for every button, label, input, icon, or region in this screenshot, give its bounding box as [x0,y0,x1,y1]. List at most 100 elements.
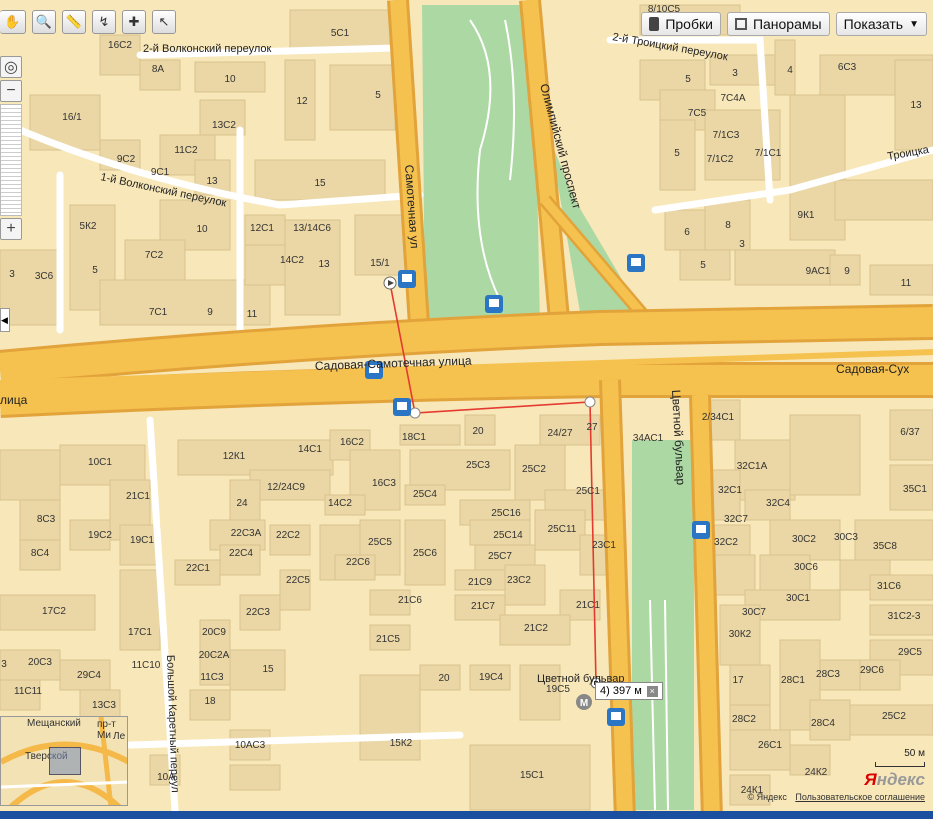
building-number: 22С5 [286,575,310,586]
building-number: 5С1 [331,28,350,39]
building-number: 3 [739,239,745,250]
building-number: 9АС1 [806,266,831,277]
pan-left-arrow-icon[interactable]: ◀ [0,308,10,332]
zoom-slider[interactable] [0,104,22,216]
building-number: 18С1 [402,432,426,443]
show-dropdown[interactable]: Показать ▼ [835,12,927,36]
building-number: 11С3 [200,672,224,683]
building-number: 7/1С2 [707,154,734,165]
building-number: 32С4 [766,498,790,509]
building-number: 19С1 [130,535,154,546]
copyright: © Яндекс [747,792,787,802]
close-icon[interactable]: × [646,685,658,697]
building-number: 31С2-3 [888,611,921,622]
hand-tool-icon[interactable]: ✋ [0,10,26,34]
building-number: 9 [207,307,213,318]
building-number: 12С1 [250,223,274,234]
zoom-out-button[interactable]: − [0,80,22,102]
distance-value: 4) 397 м [600,685,642,697]
building-number: 11 [247,309,258,320]
building-number: 25С6 [413,548,437,559]
building-number: 32С2 [714,537,738,548]
building-number: 14С2 [280,255,304,266]
traffic-button-label: Пробки [665,16,713,32]
building-number: 25С2 [882,711,906,722]
building-number: 5 [685,74,691,85]
building-number: 5 [375,90,381,101]
select-icon[interactable]: ↖ [152,10,176,34]
building-number: 15/1 [370,258,390,269]
building-number: 13С3 [92,700,116,711]
scale-label: 50 м [904,748,925,759]
building-number: 17 [732,675,744,686]
building-number: 20 [438,673,450,684]
building-number: 5К2 [80,221,97,232]
building-number: 32С1 [718,485,742,496]
building-number: 8С4 [31,548,50,559]
bus-stop-icon [398,270,416,288]
building-number: 9С1 [151,167,170,178]
magnifier-icon[interactable]: 🔍 [32,10,56,34]
add-point-icon[interactable]: ✚ [122,10,146,34]
traffic-light-icon [649,17,660,31]
route-point-2[interactable] [584,396,596,408]
panoramas-button[interactable]: Панорамы [726,12,830,36]
building-number: 22С3А [231,528,262,539]
map-canvas[interactable]: M 2-й Волконский переулок 1-й Волконский… [0,0,933,819]
building-number: 16С2 [108,40,132,51]
building-number: 29С6 [860,665,884,676]
bus-stop-icon [607,708,625,726]
traffic-button[interactable]: Пробки [641,12,721,36]
building-number: 32С7 [724,514,748,525]
building-number: 25С7 [488,551,512,562]
building-number: 21С6 [398,595,422,606]
user-agreement-link[interactable]: Пользовательское соглашение [795,792,925,802]
building-number: 21С1 [576,600,600,611]
building-number: 4 [787,65,793,76]
building-number: 13 [206,176,218,187]
building-number: 34АС1 [633,433,664,444]
building-number: 22С1 [186,563,210,574]
building-number: 23С1 [592,540,616,551]
minimap-label: Мещанский [27,718,81,729]
building-number: 21С9 [468,577,492,588]
building-number: 14С2 [328,498,352,509]
compass-icon[interactable]: ◎ [0,56,22,78]
yandex-logo: Яндекс [864,770,925,789]
building-number: 29С5 [898,647,922,658]
building-number: 5 [92,265,98,276]
minimap-viewport[interactable] [49,747,81,775]
window-bottom-bar [0,811,933,819]
building-number: 21С7 [471,601,495,612]
building-number: 5 [700,260,706,271]
panorama-icon [734,18,747,30]
building-number: 26С1 [758,740,782,751]
metro-icon[interactable]: M [576,694,592,710]
route-point-1[interactable] [409,407,421,419]
street-label-volkonsky2: 2-й Волконский переулок [143,43,272,55]
building-number: 25С3 [466,460,490,471]
building-number: 5 [674,148,680,159]
building-number: 25С16 [491,508,521,519]
building-number: 27 [586,422,598,433]
building-number: 30К2 [729,629,752,640]
building-number: 2/34С1 [702,412,735,423]
building-number: 9К1 [798,210,815,221]
chevron-down-icon: ▼ [909,18,919,30]
building-number: 12К1 [223,451,246,462]
building-number: 20 [472,426,484,437]
building-number: 6/37 [900,427,920,438]
building-number: 7С2 [145,250,164,261]
route-icon[interactable]: ↯ [92,10,116,34]
building-number: 32С1А [737,461,768,472]
ruler-icon[interactable]: 📏 [62,10,86,34]
building-number: 23С2 [507,575,531,586]
minimap[interactable]: Мещанский Тверской пр-т Ми Ле [0,716,128,806]
building-number: 24К2 [805,767,828,778]
building-number: 28С1 [781,675,805,686]
scale-bar [875,762,925,767]
building-number: 10А [157,772,175,783]
building-number: 15С1 [520,770,544,781]
zoom-in-button[interactable]: + [0,218,22,240]
building-number: 9С2 [117,154,136,165]
